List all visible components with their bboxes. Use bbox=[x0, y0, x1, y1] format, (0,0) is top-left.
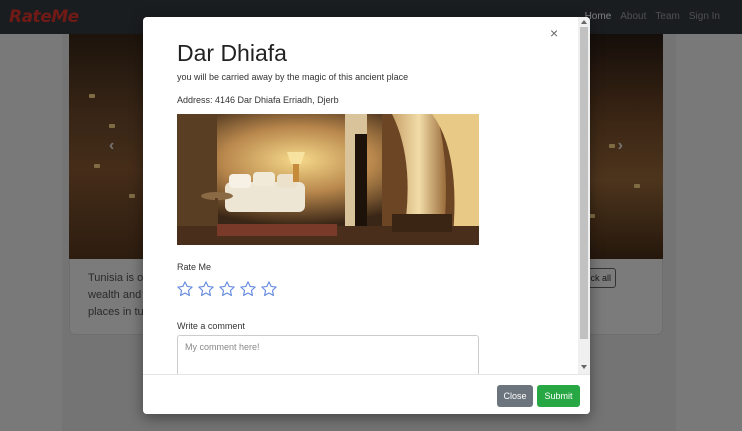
scroll-up-icon[interactable] bbox=[581, 20, 587, 24]
place-photo bbox=[177, 114, 479, 245]
star-icon-2[interactable] bbox=[197, 280, 215, 298]
modal-body: × Dar Dhiafa you will be carried away by… bbox=[143, 17, 590, 374]
star-icon-1[interactable] bbox=[176, 280, 194, 298]
scroll-thumb[interactable] bbox=[580, 27, 588, 339]
place-subtitle: you will be carried away by the magic of… bbox=[177, 72, 409, 82]
star-icon-3[interactable] bbox=[218, 280, 236, 298]
scroll-down-icon[interactable] bbox=[581, 365, 587, 369]
close-button[interactable]: Close bbox=[497, 385, 533, 407]
star-icon-5[interactable] bbox=[260, 280, 278, 298]
comment-input[interactable] bbox=[177, 335, 479, 374]
comment-label: Write a comment bbox=[177, 321, 245, 331]
rating-modal: × Dar Dhiafa you will be carried away by… bbox=[143, 17, 590, 414]
modal-footer: Close Submit bbox=[143, 374, 590, 414]
rating-label: Rate Me bbox=[177, 262, 212, 272]
star-icon-4[interactable] bbox=[239, 280, 257, 298]
place-address: Address: 4146 Dar Dhiafa Erriadh, Djerb bbox=[177, 95, 339, 105]
close-icon[interactable]: × bbox=[550, 25, 558, 41]
modal-scrollbar[interactable] bbox=[578, 17, 590, 374]
submit-button[interactable]: Submit bbox=[537, 385, 580, 407]
place-title: Dar Dhiafa bbox=[177, 40, 287, 66]
star-rating[interactable] bbox=[176, 280, 278, 298]
